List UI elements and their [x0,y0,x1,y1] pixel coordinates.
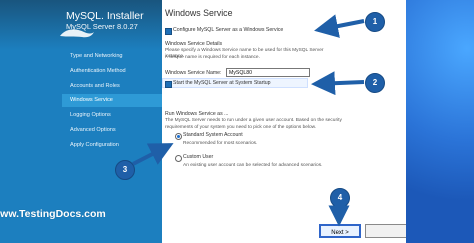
service-name-label: Windows Service Name: [165,70,222,76]
callout-1-badge: 1 [365,12,385,32]
installer-title: MySQL. Installer [66,10,144,22]
standard-account-desc: Recommended for most scenarios. [183,141,258,146]
sidebar-item-logging-options[interactable]: Logging Options [62,109,162,122]
configure-service-checkbox[interactable] [165,28,172,35]
sidebar-item-accounts-roles[interactable]: Accounts and Roles [62,80,162,93]
callout-4-badge: 4 [330,188,350,208]
mysql-dolphin-icon [60,29,94,38]
watermark-text: www.TestingDocs.com [0,208,106,220]
sidebar-item-advanced-options[interactable]: Advanced Options [62,124,162,137]
desktop-wallpaper-right [406,0,474,243]
sidebar-item-apply-configuration[interactable]: Apply Configuration [62,139,162,152]
custom-user-radio[interactable] [175,155,182,162]
service-name-input[interactable]: MySQL80 [226,68,310,77]
configure-service-label: Configure MySQL Server as a Windows Serv… [173,27,284,33]
service-details-desc-2: A unique name is required for each insta… [165,55,260,60]
sidebar-item-type-networking[interactable]: Type and Networking [62,50,162,63]
page-title: Windows Service [165,8,233,18]
next-button[interactable]: Next > [319,224,361,238]
callout-2-badge: 2 [365,73,385,93]
start-at-startup-checkbox[interactable] [165,81,172,88]
run-as-desc-2: requirements of your system you need to … [165,125,317,130]
sidebar-item-windows-service[interactable]: Windows Service [62,94,162,107]
custom-user-desc: An existing user account can be selected… [183,163,323,168]
standard-account-label: Standard System Account [183,132,243,138]
callout-3-badge: 3 [115,160,135,180]
installer-sidebar: MySQL. Installer MySQL Server 8.0.27 Typ… [0,0,162,243]
main-panel: Windows Service Configure MySQL Server a… [162,0,407,243]
standard-account-radio[interactable] [175,133,182,140]
start-at-startup-label: Start the MySQL Server at System Startup [173,80,271,86]
service-details-header: Windows Service Details [165,41,223,47]
run-as-desc-1: The MySQL Server needs to run under a gi… [165,118,342,123]
custom-user-label: Custom User [183,154,214,160]
sidebar-item-authentication-method[interactable]: Authentication Method [62,65,162,78]
cancel-button[interactable] [365,224,407,238]
run-as-header: Run Windows Service as ... [165,111,229,117]
